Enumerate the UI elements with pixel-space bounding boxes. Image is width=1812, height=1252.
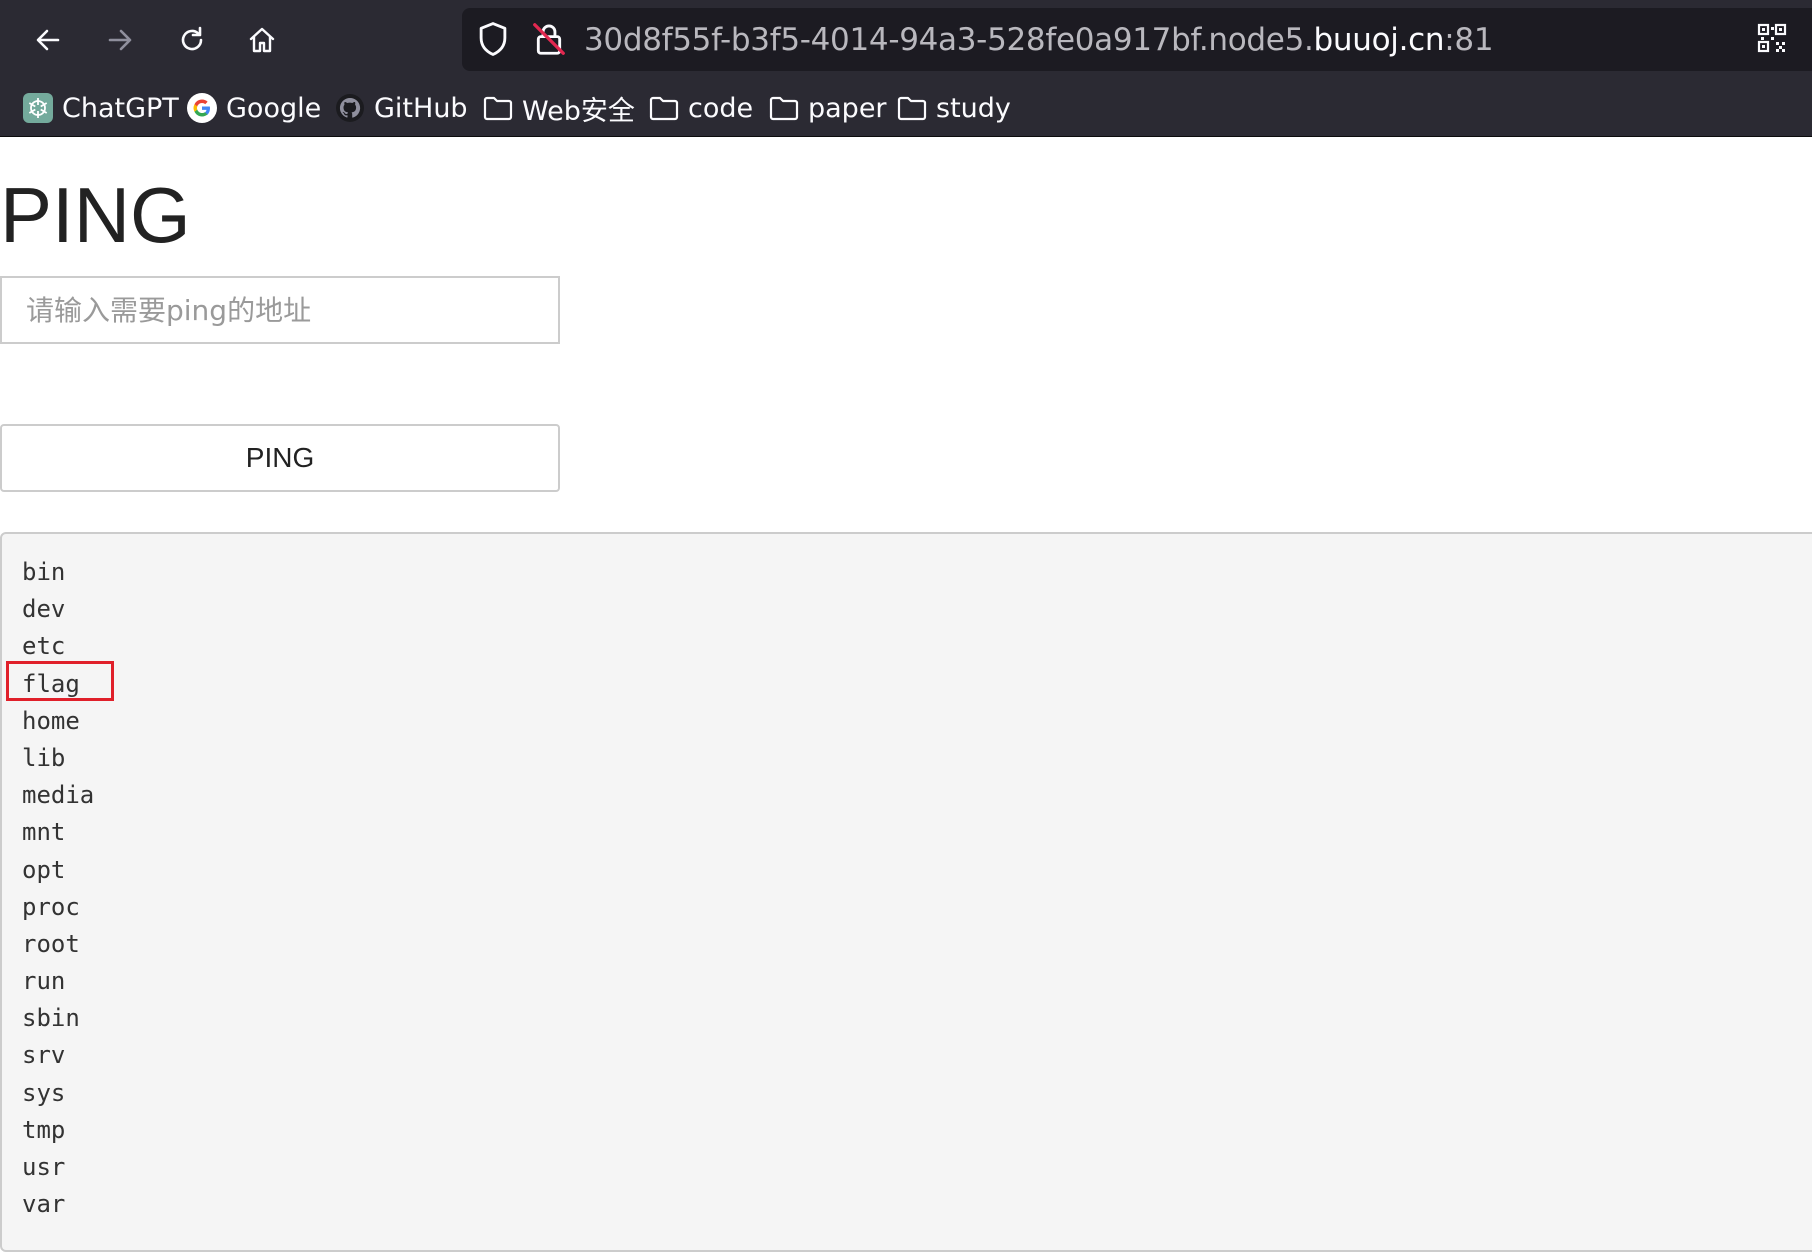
output-list: bin dev etc flag home lib media mnt opt proc root r…	[22, 554, 94, 1223]
ping-address-input[interactable]	[0, 276, 560, 344]
bookmark-label: Google	[226, 92, 322, 124]
output-line: etc	[22, 632, 66, 661]
output-line: opt	[22, 855, 66, 884]
output-line: srv	[22, 1041, 66, 1070]
folder-icon	[483, 96, 513, 121]
forward-icon[interactable]	[96, 16, 144, 64]
output-line: usr	[22, 1153, 66, 1181]
bookmark-folder-web-security[interactable]: Web安全	[482, 88, 635, 128]
folder-icon	[649, 96, 679, 121]
back-icon[interactable]	[24, 16, 72, 64]
output-line: proc	[22, 892, 80, 921]
bookmark-folder-code[interactable]: code	[648, 88, 753, 128]
output-line: sys	[22, 1078, 66, 1107]
bookmark-label: study	[936, 92, 1011, 124]
output-line: mnt	[22, 818, 66, 847]
output-line: lib	[22, 743, 66, 772]
bookmark-folder-study[interactable]: study	[896, 88, 1011, 128]
insecure-lock-icon[interactable]	[530, 20, 568, 58]
bookmark-label: paper	[808, 92, 887, 124]
bookmark-label: GitHub	[374, 92, 468, 124]
chatgpt-icon	[23, 93, 53, 123]
output-line: var	[22, 1190, 66, 1219]
output-line: dev	[22, 595, 66, 624]
folder-icon	[769, 96, 799, 121]
url-text[interactable]: 30d8f55f-b3f5-4014-94a3-528fe0a917bf.nod…	[584, 18, 1494, 62]
qr-code-icon[interactable]	[1756, 22, 1788, 54]
browser-toolbar: 30d8f55f-b3f5-4014-94a3-528fe0a917bf.nod…	[0, 0, 1812, 80]
ping-button[interactable]: PING	[0, 424, 560, 492]
github-icon	[336, 94, 364, 122]
output-line: run	[22, 967, 66, 996]
output-line: bin	[22, 558, 66, 586]
bookmark-label: Web安全	[522, 95, 635, 127]
bookmark-google[interactable]: Google	[186, 88, 321, 128]
shield-icon[interactable]	[474, 20, 512, 58]
output-line: home	[22, 706, 80, 735]
output-line: tmp	[22, 1115, 66, 1144]
bookmark-label: ChatGPT	[62, 92, 179, 124]
bookmark-folder-paper[interactable]: paper	[768, 88, 887, 128]
folder-icon	[897, 96, 927, 121]
output-line: sbin	[22, 1004, 80, 1033]
output-line: root	[22, 929, 80, 958]
home-icon[interactable]	[238, 16, 286, 64]
url-domain: buuoj.cn	[1313, 22, 1445, 58]
page-title: PING	[0, 171, 191, 259]
command-output: bin dev etc flag home lib media mnt opt proc root r…	[0, 532, 1812, 1252]
bookmarks-bar: ChatGPT Google GitHub Web安全 code paper s…	[0, 80, 1812, 137]
flag-highlight-box	[6, 661, 114, 701]
url-subdomain: 30d8f55f-b3f5-4014-94a3-528fe0a917bf.nod…	[584, 22, 1314, 58]
output-line: media	[22, 781, 95, 810]
url-port: :81	[1444, 22, 1494, 58]
bookmark-chatgpt[interactable]: ChatGPT	[22, 88, 179, 128]
bookmark-github[interactable]: GitHub	[334, 88, 468, 128]
reload-icon[interactable]	[168, 16, 216, 64]
google-icon	[187, 93, 217, 123]
bookmark-label: code	[688, 92, 754, 124]
